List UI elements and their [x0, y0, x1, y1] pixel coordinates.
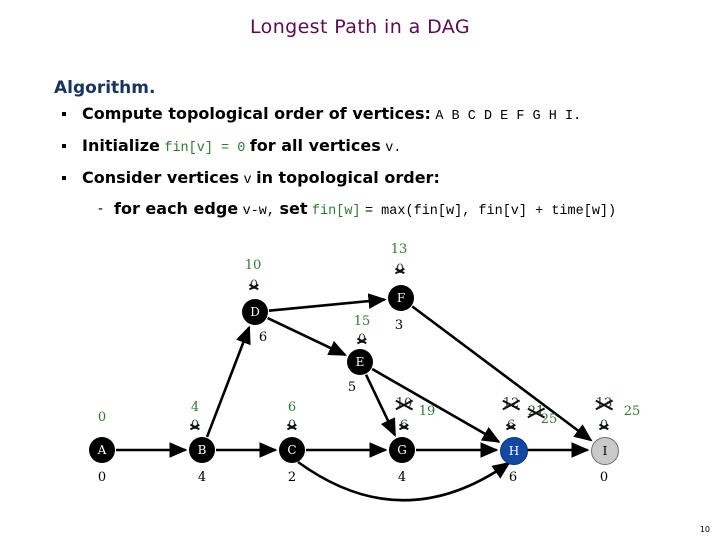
- algorithm-bullet: Consider vertices v in topological order…: [54, 164, 704, 191]
- node-time-label-a: 0: [97, 470, 107, 485]
- bullet-text: Compute topological order of vertices:: [82, 104, 431, 123]
- bullet-text: set: [279, 199, 308, 218]
- node-struck-value-h: 12: [503, 396, 520, 411]
- dag-graph: A 0 0 B 4 4 0 C 2 6 0 D 6 10 0 E 5 15 0 F 3 13 0 G 4 19 10 6 H 6 25 12 2…: [0, 232, 720, 532]
- graph-node-c[interactable]: C: [279, 437, 305, 463]
- bullet-text: for each edge: [114, 199, 239, 218]
- struck-value-text: 0: [599, 418, 609, 433]
- graph-node-label: H: [508, 444, 520, 458]
- graph-node-f[interactable]: F: [388, 285, 414, 311]
- graph-edge-f-i: [411, 305, 593, 442]
- struck-value-text: 0: [249, 278, 259, 293]
- graph-node-d[interactable]: D: [242, 299, 268, 325]
- node-struck-value-d: 0: [250, 278, 258, 293]
- node-struck-value-h: 21: [528, 404, 545, 419]
- struck-value-text: 6: [399, 418, 409, 433]
- bullet-square-icon: [62, 144, 66, 148]
- algorithm-heading: Algorithm.: [54, 78, 156, 98]
- graph-node-b[interactable]: B: [189, 437, 215, 463]
- bullet-text: in topological order:: [256, 168, 440, 187]
- page-number: 10: [699, 525, 710, 534]
- struck-value-text: 13: [595, 396, 613, 411]
- code-fragment: fin[v] = 0: [164, 141, 246, 156]
- struck-value-text: 21: [527, 404, 545, 419]
- graph-node-label: I: [602, 444, 608, 458]
- algorithm-bullet: Initialize fin[v] = 0 for all vertices v…: [54, 132, 704, 159]
- graph-node-label: G: [397, 443, 407, 457]
- node-fin-label-i: 25: [623, 404, 641, 419]
- node-fin-label-g: 19: [418, 404, 436, 419]
- page-title: Longest Path in a DAG: [250, 16, 470, 38]
- struck-value-text: 10: [395, 396, 413, 411]
- graph-node-a[interactable]: A: [89, 437, 115, 463]
- code-fragment: = max(fin[w], fin[v] + time[w]): [364, 204, 617, 219]
- node-struck-value-i: 13: [596, 396, 613, 411]
- node-fin-label-d: 10: [244, 258, 262, 273]
- graph-node-label: F: [396, 291, 406, 305]
- node-struck-value-i: 0: [600, 418, 608, 433]
- node-time-label-g: 4: [397, 470, 407, 485]
- struck-value-text: 0: [190, 418, 200, 433]
- graph-edge-e-g: [364, 374, 397, 437]
- graph-node-label: C: [287, 443, 297, 457]
- node-time-label-e: 5: [347, 380, 357, 395]
- node-fin-label-f: 13: [390, 242, 408, 257]
- struck-value-text: 12: [502, 396, 520, 411]
- bullet-text: Consider vertices: [82, 168, 240, 187]
- node-time-label-b: 4: [197, 470, 207, 485]
- node-struck-value-e: 0: [358, 332, 366, 347]
- node-time-label-d: 6: [258, 330, 268, 345]
- graph-edge-d-f: [268, 293, 387, 312]
- struck-value-text: 0: [395, 262, 405, 277]
- code-fragment: A B C D E F G H I.: [435, 109, 582, 124]
- graph-edge-e-h: [371, 367, 501, 443]
- subline-dash: -: [98, 200, 103, 217]
- node-struck-value-c: 0: [288, 418, 296, 433]
- graph-edges-layer: [116, 293, 593, 502]
- graph-node-label: E: [355, 355, 365, 369]
- graph-node-e[interactable]: E: [347, 349, 373, 375]
- struck-value-text: 0: [357, 332, 367, 347]
- node-struck-value-g: 10: [396, 396, 413, 411]
- node-struck-value-f: 0: [396, 262, 404, 277]
- node-time-label-i: 0: [599, 470, 609, 485]
- bullet-square-icon: [62, 112, 66, 116]
- graph-node-label: A: [97, 443, 107, 457]
- node-fin-label-b: 4: [190, 400, 200, 415]
- bullet-square-icon: [62, 176, 66, 180]
- graph-node-label: B: [197, 443, 207, 457]
- code-fragment: fin[w]: [311, 204, 361, 219]
- algorithm-subline: - for each edge v-w, set fin[w] = max(fin…: [54, 196, 704, 222]
- algorithm-bullet: Compute topological order of vertices: A…: [54, 100, 704, 127]
- code-fragment: v.: [385, 141, 402, 156]
- graph-node-label: D: [250, 305, 260, 319]
- slide-root: Longest Path in a DAG Algorithm. Compute…: [0, 0, 720, 540]
- code-fragment: v: [243, 173, 252, 188]
- struck-value-text: 6: [506, 418, 516, 433]
- code-fragment: v-w,: [242, 204, 275, 219]
- graph-node-i[interactable]: I: [591, 437, 619, 465]
- struck-value-text: 0: [287, 418, 297, 433]
- node-fin-label-e: 15: [353, 314, 371, 329]
- graph-edge-b-d: [205, 325, 251, 438]
- graph-edge-d-e: [267, 316, 347, 357]
- node-time-label-f: 3: [394, 318, 404, 333]
- node-fin-label-c: 6: [287, 400, 297, 415]
- algorithm-bullet-list: Compute topological order of vertices: A…: [54, 100, 704, 222]
- node-fin-label-a: 0: [97, 410, 107, 425]
- node-time-label-c: 2: [287, 470, 297, 485]
- bullet-text: Initialize: [82, 136, 160, 155]
- node-struck-value-g: 6: [400, 418, 408, 433]
- node-struck-value-b: 0: [191, 418, 199, 433]
- bullet-text: for all vertices: [249, 136, 381, 155]
- node-time-label-h: 6: [508, 470, 518, 485]
- graph-node-h[interactable]: H: [500, 437, 528, 465]
- graph-node-g[interactable]: G: [389, 437, 415, 463]
- node-struck-value-h: 6: [507, 418, 515, 433]
